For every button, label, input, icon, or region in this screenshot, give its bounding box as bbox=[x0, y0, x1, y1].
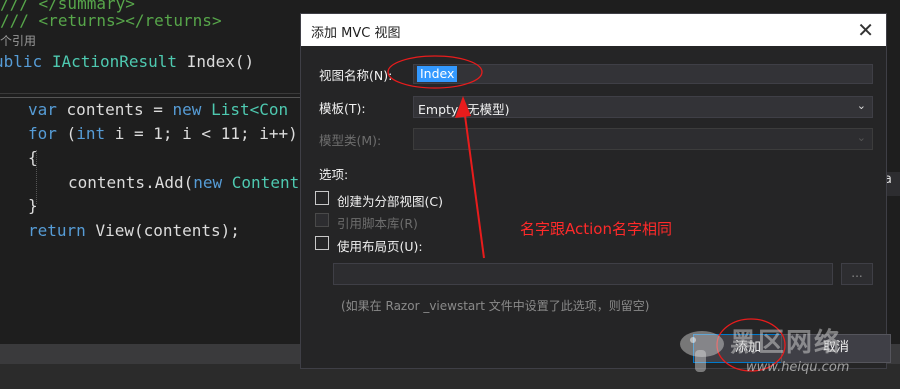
close-icon[interactable]: ✕ bbox=[857, 18, 874, 42]
mushroom-logo-icon bbox=[680, 331, 724, 372]
chevron-down-icon: ⌄ bbox=[856, 131, 866, 144]
model-class-select[interactable]: ⌄ bbox=[413, 128, 873, 150]
code-line-signature: ublic IActionResult Index() bbox=[0, 52, 255, 71]
chevron-down-icon: ⌄ bbox=[856, 99, 866, 112]
code-line-var: var contents = new List<Con bbox=[28, 100, 289, 119]
dialog-titlebar[interactable]: 添加 MVC 视图 ✕ bbox=[301, 14, 886, 46]
code-line-returns: /// <returns></returns> bbox=[0, 11, 222, 30]
layout-note: (如果在 Razor _viewstart 文件中设置了此选项，则留空) bbox=[341, 299, 650, 313]
template-label: 模板(T): bbox=[319, 101, 366, 116]
layout-label: 使用布局页(U): bbox=[337, 239, 423, 254]
template-select[interactable]: Empty (无模型) ⌄ bbox=[413, 96, 873, 118]
annotation-text: 名字跟Action名字相同 bbox=[520, 220, 672, 238]
template-value: Empty (无模型) bbox=[418, 102, 510, 117]
code-line-close-brace: } bbox=[28, 196, 38, 215]
watermark-brand: 黑区网络 bbox=[730, 328, 843, 358]
model-class-label: 模型类(M): bbox=[319, 133, 382, 148]
code-line-for: for (int i = 1; i < 11; i++) bbox=[28, 124, 298, 143]
view-name-label: 视图名称(N): bbox=[319, 68, 393, 83]
add-mvc-view-dialog: 添加 MVC 视图 ✕ 视图名称(N): Index 模板(T): Empty … bbox=[300, 13, 891, 369]
view-name-value: Index bbox=[417, 66, 458, 82]
code-line-return: return View(contents); bbox=[28, 221, 240, 240]
view-name-input[interactable]: Index bbox=[413, 64, 873, 84]
layout-path-input[interactable] bbox=[333, 263, 833, 285]
reference-count[interactable]: 个引用 bbox=[0, 32, 36, 49]
divider bbox=[0, 93, 300, 94]
partial-view-label: 创建为分部视图(C) bbox=[337, 194, 443, 209]
layout-checkbox[interactable] bbox=[315, 236, 329, 250]
options-label: 选项: bbox=[319, 167, 349, 182]
code-line-add: contents.Add(new Content bbox=[68, 173, 300, 192]
script-lib-label: 引用脚本库(R) bbox=[337, 216, 418, 231]
partial-view-checkbox[interactable] bbox=[315, 191, 329, 205]
watermark-url: www.heiqu.com bbox=[746, 360, 850, 375]
script-lib-checkbox[interactable] bbox=[315, 213, 329, 227]
dialog-title: 添加 MVC 视图 bbox=[311, 26, 401, 41]
browse-button[interactable]: ... bbox=[841, 263, 873, 285]
